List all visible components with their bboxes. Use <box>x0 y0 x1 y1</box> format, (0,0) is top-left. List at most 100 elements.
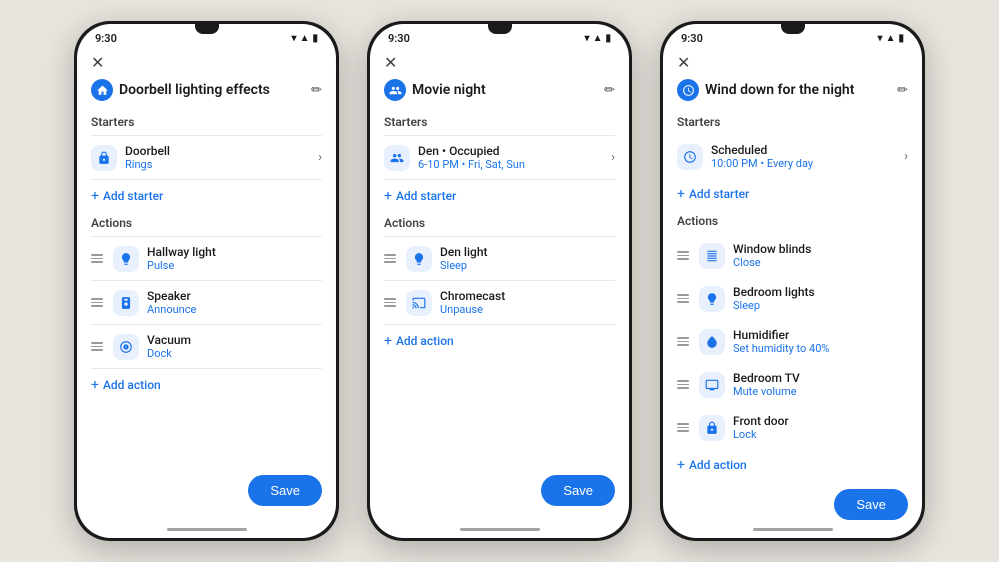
action-text-group: Bedroom TVMute volume <box>733 371 800 398</box>
starter-text-group: Scheduled10:00 PM • Every day <box>711 143 813 170</box>
drag-handle-icon[interactable] <box>677 380 689 389</box>
starter-icon-person <box>384 145 410 171</box>
home-bar <box>663 520 922 538</box>
action-item[interactable]: SpeakerAnnounce <box>77 281 336 324</box>
phone-phone-2: 9:30▾▲▮✕Movie night✏StartersDen • Occupi… <box>367 21 632 541</box>
starter-title: Scheduled <box>711 143 813 157</box>
save-button[interactable]: Save <box>834 489 908 520</box>
action-title: Window blinds <box>733 242 811 256</box>
add-action-button[interactable]: +Add action <box>370 325 629 357</box>
starter-title: Doorbell <box>125 144 170 158</box>
add-starter-button[interactable]: +Add starter <box>77 180 336 212</box>
home-bar <box>370 520 629 538</box>
top-bar: ✕ <box>370 49 629 77</box>
chevron-right-icon: › <box>611 150 615 165</box>
close-button[interactable]: ✕ <box>677 55 690 71</box>
plus-icon: + <box>384 188 392 204</box>
drag-handle-icon[interactable] <box>91 254 103 263</box>
action-icon-vacuum <box>113 334 139 360</box>
action-title: Front door <box>733 414 789 428</box>
action-item[interactable]: Bedroom lightsSleep <box>663 277 922 320</box>
drag-handle-icon[interactable] <box>677 294 689 303</box>
action-icon-bulb <box>699 286 725 312</box>
status-bar: 9:30▾▲▮ <box>370 24 629 49</box>
add-action-button[interactable]: +Add action <box>663 449 922 481</box>
action-text-group: HumidifierSet humidity to 40% <box>733 328 829 355</box>
routine-title: Movie night <box>412 82 598 98</box>
action-item[interactable]: Hallway lightPulse <box>77 237 336 280</box>
starter-title: Den • Occupied <box>418 144 525 158</box>
starter-item[interactable]: DoorbellRings › <box>77 136 336 179</box>
drag-handle-icon[interactable] <box>91 298 103 307</box>
starter-left: Scheduled10:00 PM • Every day <box>677 143 813 170</box>
starter-item[interactable]: Scheduled10:00 PM • Every day › <box>663 135 922 178</box>
action-title: Speaker <box>147 289 196 303</box>
action-text-group: VacuumDock <box>147 333 191 360</box>
status-icons: ▾▲▮ <box>878 33 904 44</box>
add-action-label: Add action <box>103 378 161 392</box>
status-icons: ▾▲▮ <box>292 33 318 44</box>
action-text-group: Front doorLock <box>733 414 789 441</box>
starter-item[interactable]: Den • Occupied6-10 PM • Fri, Sat, Sun › <box>370 136 629 179</box>
action-item[interactable]: VacuumDock <box>77 325 336 368</box>
action-item[interactable]: Den lightSleep <box>370 237 629 280</box>
save-button[interactable]: Save <box>541 475 615 506</box>
starters-label: Starters <box>77 111 336 135</box>
close-button[interactable]: ✕ <box>91 55 104 71</box>
status-time: 9:30 <box>95 32 117 45</box>
starters-label: Starters <box>663 111 922 135</box>
add-starter-button[interactable]: +Add starter <box>663 178 922 210</box>
action-item[interactable]: Window blindsClose <box>663 234 922 277</box>
action-title: Hallway light <box>147 245 216 259</box>
drag-handle-icon[interactable] <box>677 251 689 260</box>
action-text-group: ChromecastUnpause <box>440 289 505 316</box>
notch <box>488 24 512 34</box>
action-subtitle: Close <box>733 256 811 269</box>
drag-handle-icon[interactable] <box>677 337 689 346</box>
plus-icon: + <box>677 186 685 202</box>
action-icon-blinds <box>699 243 725 269</box>
action-text-group: Bedroom lightsSleep <box>733 285 815 312</box>
top-bar: ✕ <box>77 49 336 77</box>
home-bar-line <box>460 528 540 531</box>
drag-handle-icon[interactable] <box>384 254 396 263</box>
wifi-icon: ▾ <box>878 33 883 44</box>
edit-icon[interactable]: ✏ <box>897 83 908 98</box>
action-icon-lock <box>699 415 725 441</box>
action-icon-tv <box>699 372 725 398</box>
battery-icon: ▮ <box>605 33 611 44</box>
starter-left: DoorbellRings <box>91 144 170 171</box>
action-item[interactable]: ChromecastUnpause <box>370 281 629 324</box>
status-time: 9:30 <box>388 32 410 45</box>
save-button[interactable]: Save <box>248 475 322 506</box>
action-icon-speaker <box>113 290 139 316</box>
drag-handle-icon[interactable] <box>91 342 103 351</box>
routine-title-row: Doorbell lighting effects✏ <box>77 77 336 111</box>
phone-phone-3: 9:30▾▲▮✕Wind down for the night✏Starters… <box>660 21 925 541</box>
add-action-button[interactable]: +Add action <box>77 369 336 401</box>
notch <box>195 24 219 34</box>
action-item[interactable]: Bedroom TVMute volume <box>663 363 922 406</box>
drag-handle-icon[interactable] <box>677 423 689 432</box>
status-bar: 9:30 ▾▲▮ <box>77 24 336 49</box>
close-button[interactable]: ✕ <box>384 55 397 71</box>
add-starter-button[interactable]: +Add starter <box>370 180 629 212</box>
action-item[interactable]: Front doorLock <box>663 406 922 449</box>
action-title: Chromecast <box>440 289 505 303</box>
action-subtitle: Unpause <box>440 303 505 316</box>
signal-icon: ▲ <box>300 33 310 44</box>
chevron-right-icon: › <box>318 150 322 165</box>
action-subtitle: Lock <box>733 428 789 441</box>
edit-icon[interactable]: ✏ <box>311 83 322 98</box>
starter-subtitle: 10:00 PM • Every day <box>711 157 813 170</box>
edit-icon[interactable]: ✏ <box>604 83 615 98</box>
action-item[interactable]: HumidifierSet humidity to 40% <box>663 320 922 363</box>
chevron-right-icon: › <box>904 149 908 164</box>
action-subtitle: Announce <box>147 303 196 316</box>
action-title: Bedroom lights <box>733 285 815 299</box>
home-bar-line <box>167 528 247 531</box>
starter-subtitle: 6-10 PM • Fri, Sat, Sun <box>418 158 525 171</box>
routine-icon-person <box>384 79 406 101</box>
top-bar: ✕ <box>663 49 922 77</box>
drag-handle-icon[interactable] <box>384 298 396 307</box>
